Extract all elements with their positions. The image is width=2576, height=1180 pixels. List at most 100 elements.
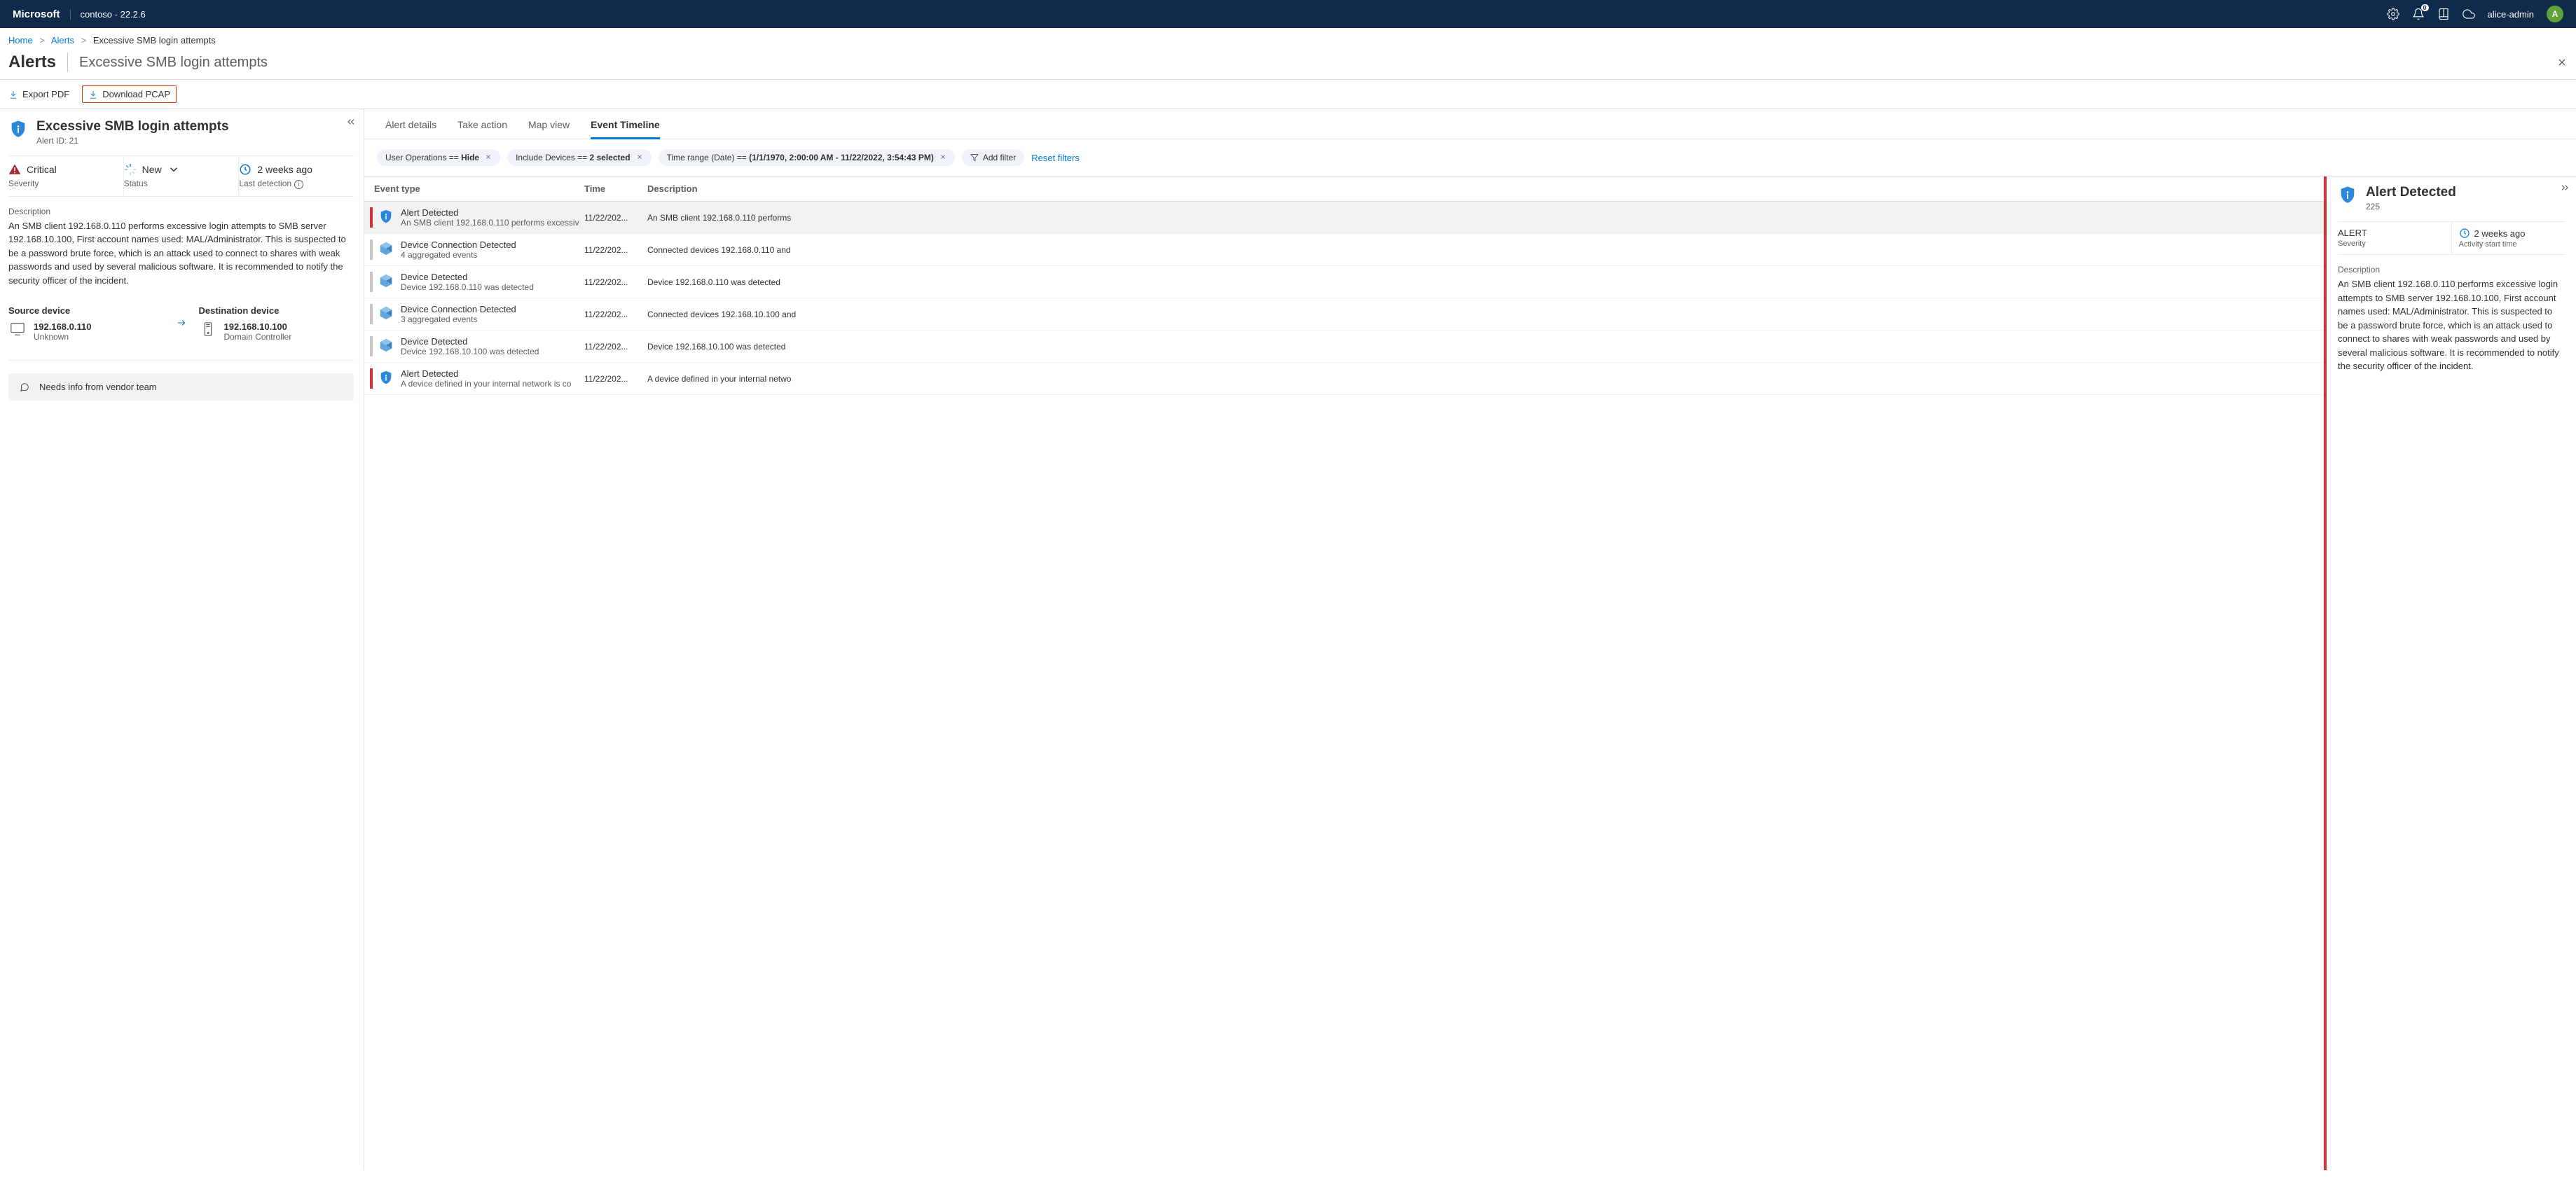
clock-icon <box>239 163 252 176</box>
event-description: Connected devices 192.168.10.100 and <box>647 310 2324 319</box>
shield-alert-icon <box>8 119 28 139</box>
detail-tabs: Alert details Take action Map view Event… <box>364 109 2576 139</box>
event-time: 11/22/202... <box>584 342 647 352</box>
description-text: An SMB client 192.168.0.110 performs exc… <box>8 219 354 288</box>
breadcrumb-home[interactable]: Home <box>8 35 33 46</box>
breadcrumb: Home > Alerts > Excessive SMB login atte… <box>0 28 2576 50</box>
comment-icon <box>18 382 31 392</box>
severity-bar <box>370 272 373 292</box>
event-subtitle: A device defined in your internal networ… <box>401 379 584 389</box>
event-time: 11/22/202... <box>584 374 647 384</box>
page-subtitle: Excessive SMB login attempts <box>79 55 268 71</box>
detection-value: 2 weeks ago <box>257 164 312 175</box>
device-cube-icon <box>378 338 395 355</box>
page-header: Alerts Excessive SMB login attempts <box>0 50 2576 80</box>
table-row[interactable]: Alert DetectedAn SMB client 192.168.0.11… <box>364 202 2324 234</box>
event-description: Device 192.168.10.100 was detected <box>647 342 2324 352</box>
event-title: Device Detected <box>401 272 584 282</box>
detail-description-label: Description <box>2338 265 2565 275</box>
event-subtitle: An SMB client 192.168.0.110 performs exc… <box>401 218 584 228</box>
username-label: alice-admin <box>2488 9 2534 20</box>
vendor-note: Needs info from vendor team <box>8 373 354 401</box>
event-title: Alert Detected <box>401 207 584 218</box>
download-pcap-button[interactable]: Download PCAP <box>82 85 177 103</box>
table-row[interactable]: Alert DetectedA device defined in your i… <box>364 363 2324 395</box>
spinner-icon <box>124 163 137 176</box>
table-row[interactable]: Device Detected Device 192.168.10.100 was… <box>364 331 2324 363</box>
export-pdf-button[interactable]: Export PDF <box>3 86 75 102</box>
breadcrumb-alerts[interactable]: Alerts <box>51 35 74 46</box>
add-filter-button[interactable]: Add filter <box>962 149 1024 166</box>
device-cube-icon <box>378 305 395 323</box>
table-row[interactable]: Device Connection Detected4 aggregated e… <box>364 234 2324 266</box>
avatar[interactable]: A <box>2547 6 2563 22</box>
close-icon[interactable] <box>485 153 492 162</box>
detail-severity-label: Severity <box>2338 240 2444 248</box>
detail-count: 225 <box>2366 202 2456 211</box>
gear-icon[interactable] <box>2387 8 2399 20</box>
warning-triangle-icon <box>8 163 21 176</box>
arrow-right-icon <box>174 318 189 330</box>
event-title: Device Detected <box>401 336 584 347</box>
expand-pane-icon[interactable] <box>2559 182 2570 195</box>
filter-user-operations[interactable]: User Operations == Hide <box>377 149 500 166</box>
clock-icon <box>2459 228 2470 239</box>
event-title: Device Connection Detected <box>401 240 584 250</box>
microsoft-logo: Microsoft <box>13 8 60 20</box>
event-timeline-table: Event type Time Description Alert Detect… <box>364 176 2324 1170</box>
tab-take-action[interactable]: Take action <box>457 119 507 139</box>
bell-icon[interactable]: 0 <box>2412 8 2425 20</box>
book-icon[interactable] <box>2437 8 2450 20</box>
severity-label: Severity <box>8 179 115 188</box>
filter-time-range[interactable]: Time range (Date) == (1/1/1970, 2:00:00 … <box>659 149 955 166</box>
severity-bar <box>370 368 373 389</box>
source-ip: 192.168.0.110 <box>34 321 91 332</box>
filter-include-devices[interactable]: Include Devices == 2 selected <box>507 149 651 166</box>
reset-filters-link[interactable]: Reset filters <box>1031 153 1080 163</box>
filter-bar: User Operations == Hide Include Devices … <box>364 139 2576 176</box>
event-description: An SMB client 192.168.0.110 performs <box>647 213 2324 223</box>
severity-bar <box>370 240 373 260</box>
collapse-pane-icon[interactable] <box>345 116 357 130</box>
tab-event-timeline[interactable]: Event Timeline <box>591 119 660 139</box>
table-row[interactable]: Device Detected Device 192.168.0.110 was … <box>364 266 2324 298</box>
alert-id: Alert ID: 21 <box>36 136 229 146</box>
table-row[interactable]: Device Connection Detected3 aggregated e… <box>364 298 2324 331</box>
chevron-down-icon[interactable] <box>167 163 180 176</box>
source-device-label: Source device <box>8 305 164 316</box>
close-icon[interactable] <box>2556 57 2568 68</box>
event-title: Alert Detected <box>401 368 584 379</box>
alert-overview-pane: Excessive SMB login attempts Alert ID: 2… <box>0 109 364 1170</box>
destination-type: Domain Controller <box>224 332 292 342</box>
detail-severity-value: ALERT <box>2338 228 2444 238</box>
destination-ip: 192.168.10.100 <box>224 321 292 332</box>
severity-bar <box>370 207 373 228</box>
column-description[interactable]: Description <box>647 183 2314 194</box>
close-icon[interactable] <box>636 153 643 162</box>
server-icon <box>199 321 217 339</box>
event-title: Device Connection Detected <box>401 304 584 314</box>
detail-title: Alert Detected <box>2366 185 2456 200</box>
event-subtitle: 3 aggregated events <box>401 314 584 324</box>
tab-alert-details[interactable]: Alert details <box>385 119 436 139</box>
breadcrumb-current: Excessive SMB login attempts <box>93 35 216 46</box>
description-label: Description <box>8 207 354 216</box>
event-time: 11/22/202... <box>584 310 647 319</box>
tenant-label: contoso - 22.2.6 <box>70 9 146 20</box>
close-icon[interactable] <box>939 153 946 162</box>
event-time: 11/22/202... <box>584 277 647 287</box>
severity-bar <box>370 304 373 324</box>
event-time: 11/22/202... <box>584 245 647 255</box>
column-event-type[interactable]: Event type <box>374 183 584 194</box>
status-label: Status <box>124 179 230 188</box>
detail-time-value: 2 weeks ago <box>2474 228 2526 239</box>
toolbar: Export PDF Download PCAP <box>0 80 2576 109</box>
info-icon[interactable]: i <box>294 180 303 189</box>
device-cube-icon <box>378 241 395 258</box>
severity-value: Critical <box>27 164 57 175</box>
cloud-icon[interactable] <box>2463 8 2475 20</box>
column-time[interactable]: Time <box>584 183 647 194</box>
tab-map-view[interactable]: Map view <box>528 119 570 139</box>
device-cube-icon <box>378 273 395 291</box>
event-description: Device 192.168.0.110 was detected <box>647 277 2324 287</box>
